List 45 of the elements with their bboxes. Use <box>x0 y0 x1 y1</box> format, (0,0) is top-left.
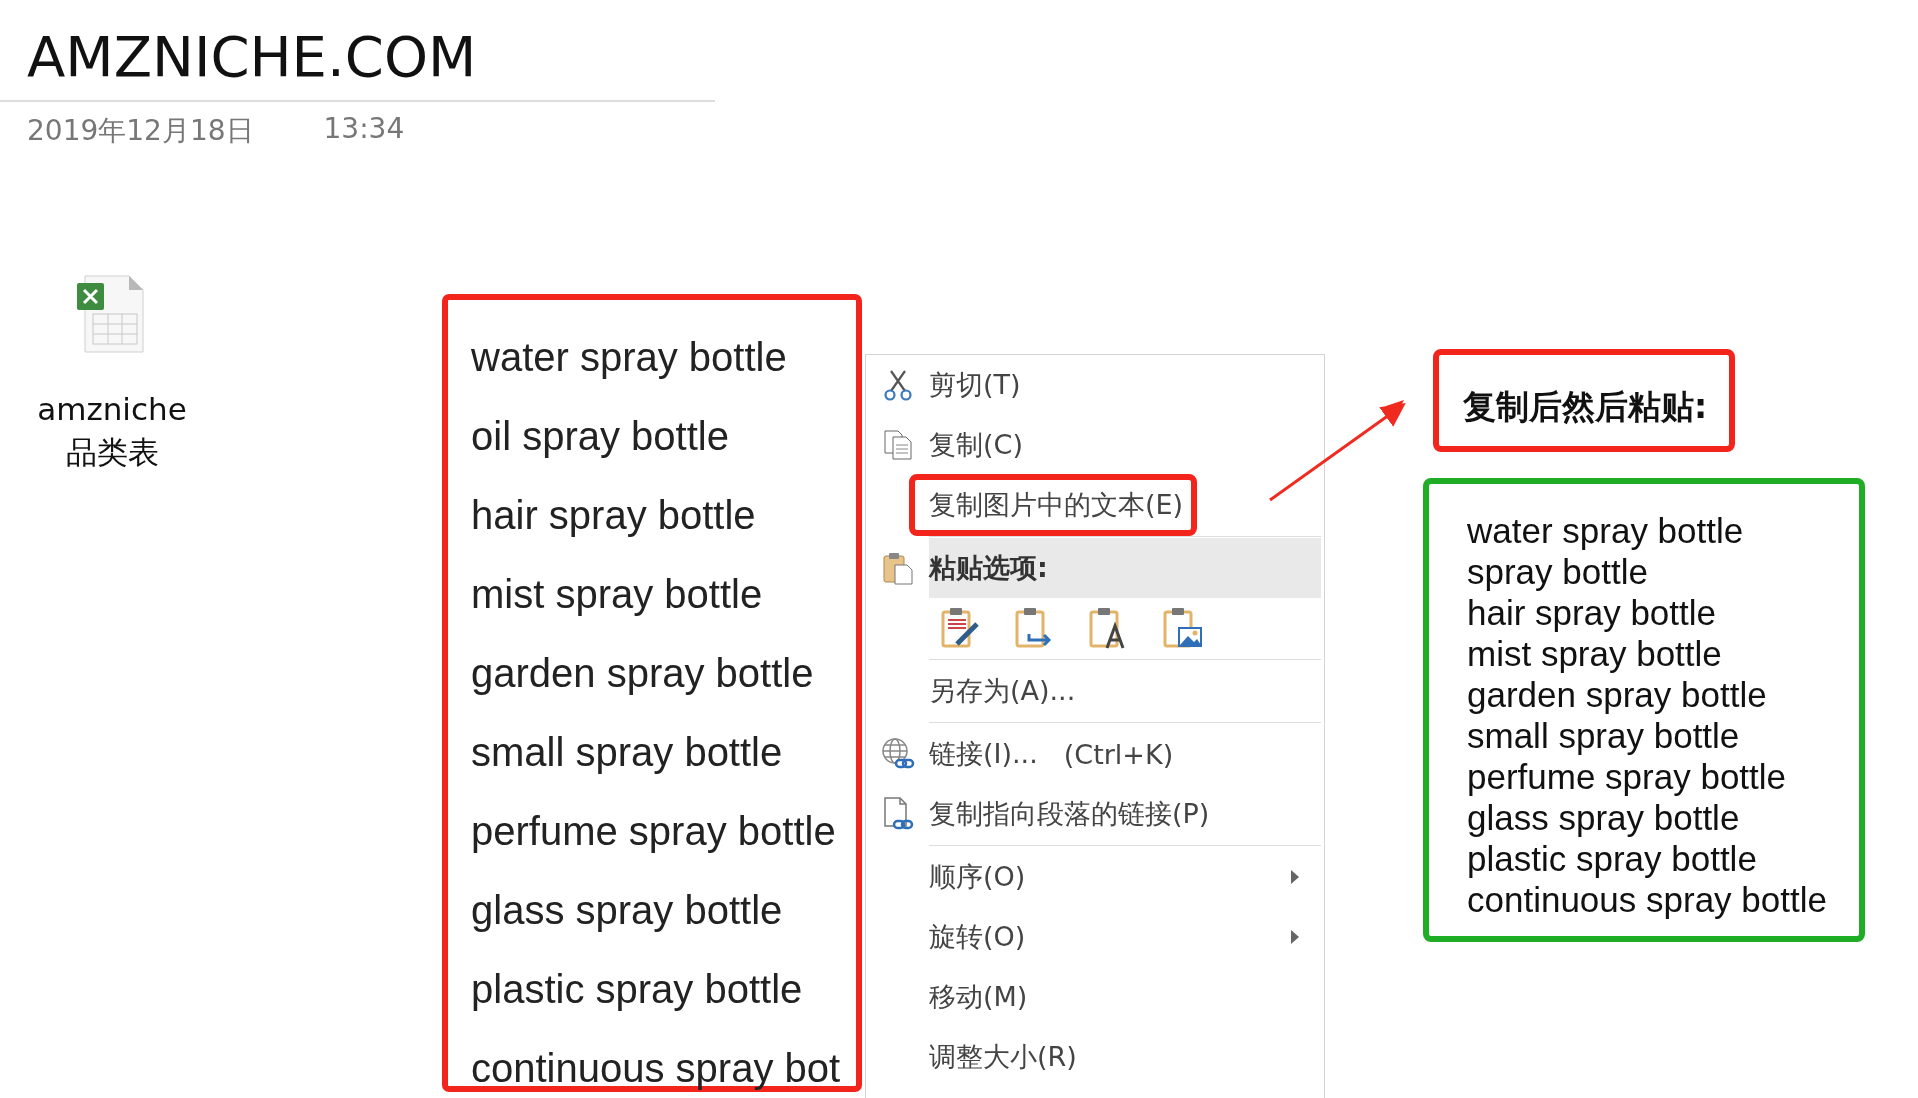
paste-picture-icon <box>1161 606 1205 650</box>
result-text: continuous spray bottle <box>1467 879 1828 920</box>
keyword-text: hair spray bottle <box>471 492 757 539</box>
keyword-text: plastic spray bottle <box>471 966 804 1013</box>
result-text: glass spray bottle <box>1467 797 1741 838</box>
keyword-text: perfume spray bottle <box>471 808 837 855</box>
menu-item[interactable]: 调整大小(R) <box>929 1027 1321 1087</box>
keyword-text: continuous spray bot <box>471 1045 842 1092</box>
result-text: mist spray bottle <box>1467 633 1723 674</box>
result-text: perfume spray bottle <box>1467 756 1788 797</box>
menu-item[interactable]: 剪切(T) <box>929 355 1321 415</box>
result-text: water spray bottle <box>1467 510 1745 551</box>
page-date: 2019年12月18日 <box>27 113 254 149</box>
globe-link-icon <box>880 737 915 771</box>
result-text: small spray bottle <box>1467 715 1741 756</box>
scissors-icon <box>882 369 913 401</box>
result-text: hair spray bottle <box>1467 592 1718 633</box>
highlight-frame-caption: 复制后然后粘贴: <box>1433 349 1736 452</box>
menu-item[interactable]: 复制图片中的文本(E) <box>909 474 1198 536</box>
menu-item[interactable]: 复制(C) <box>929 415 1321 475</box>
submenu-arrow-icon <box>1291 870 1299 884</box>
file-name[interactable]: amzniche 品类表 <box>37 388 187 474</box>
result-text: plastic spray bottle <box>1467 838 1758 879</box>
result-text: spray bottle <box>1467 551 1649 592</box>
submenu-arrow-icon <box>1291 930 1299 944</box>
keyword-text: small spray bottle <box>471 729 784 776</box>
result-text: garden spray bottle <box>1467 674 1768 715</box>
page-title: AMZNICHE.COM <box>27 23 477 91</box>
copy-icon <box>882 429 913 461</box>
menu-heading: 粘贴选项: <box>929 538 1321 598</box>
keyword-text: water spray bottle <box>471 334 788 381</box>
page-time: 13:34 <box>323 112 405 147</box>
menu-item[interactable]: 移动(M) <box>929 967 1321 1027</box>
spreadsheet-file-icon <box>77 274 147 356</box>
shortcut-text: (Ctrl+K) <box>1063 738 1174 770</box>
menu-item[interactable]: 旋转(O) <box>929 907 1321 967</box>
menu-item[interactable]: 链接(I)... (Ctrl+K) <box>929 724 1321 784</box>
menu-item[interactable]: 顺序(O) <box>929 847 1321 907</box>
paste-icon <box>881 551 914 585</box>
keyword-text: oil spray bottle <box>471 413 730 460</box>
menu-item[interactable]: 另存为(A)... <box>929 661 1321 721</box>
keyword-text: glass spray bottle <box>471 887 784 934</box>
menu-item[interactable]: 复制指向段落的链接(P) <box>929 784 1321 844</box>
keyword-text: garden spray bottle <box>471 650 815 697</box>
keyword-text: mist spray bottle <box>471 571 764 618</box>
